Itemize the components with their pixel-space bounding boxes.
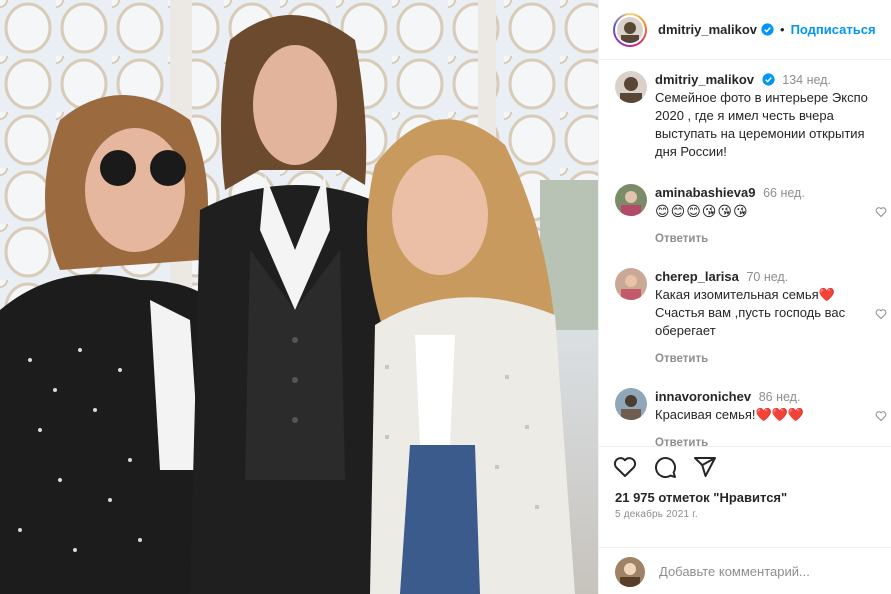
post-photo[interactable] [0, 0, 598, 594]
post-sidebar: dmitriy_malikov • Подписаться dmitriy_ma… [598, 0, 891, 594]
caption: dmitriy_malikov 134 нед. Семейное фото в… [615, 71, 887, 161]
heart-icon[interactable] [613, 455, 637, 479]
like-comment-heart-icon[interactable] [875, 410, 887, 422]
comment-username[interactable]: aminabashieva9 [655, 185, 755, 200]
verified-badge-icon [761, 23, 774, 36]
comment-username[interactable]: innavoronichev [655, 389, 751, 404]
comment-text: Какая изомительная семья❤️ Счастья вам ,… [655, 287, 846, 338]
post-header: dmitriy_malikov • Подписаться [599, 0, 891, 60]
comments-list[interactable]: dmitriy_malikov 134 нед. Семейное фото в… [599, 61, 891, 446]
share-icon[interactable] [693, 455, 717, 479]
reply-button[interactable]: Ответить [655, 434, 887, 446]
reply-button[interactable]: Ответить [655, 230, 887, 248]
separator-dot: • [780, 22, 785, 37]
post-actions: 21 975 отметок "Нравится" 5 декабрь 2021… [599, 446, 891, 594]
likes-count[interactable]: 21 975 отметок "Нравится" [615, 490, 787, 505]
post-date: 5 декабрь 2021 г. [615, 509, 698, 520]
woman-right-figure [367, 119, 575, 594]
reply-button[interactable]: Ответить [655, 350, 887, 368]
add-comment-row [599, 547, 891, 594]
caption-username[interactable]: dmitriy_malikov [655, 72, 754, 87]
commenter-avatar[interactable] [615, 268, 647, 300]
author-avatar-small[interactable] [615, 71, 647, 103]
author-username[interactable]: dmitriy_malikov [658, 22, 757, 37]
comment-time: 66 нед. [763, 186, 805, 200]
viewer-avatar [615, 556, 645, 587]
comment-text: Красивая семья!❤️❤️❤️ [655, 407, 805, 422]
comment-time: 70 нед. [746, 270, 789, 284]
caption-text: Семейное фото в интерьере Экспо 2020 , г… [655, 90, 868, 159]
follow-button[interactable]: Подписаться [791, 22, 876, 37]
comment-username[interactable]: cherep_larisa [655, 269, 739, 284]
commenter-avatar[interactable] [615, 184, 647, 216]
comment-item: aminabashieva9 66 нед. 😊😊😊😘😘😘 Ответить [615, 184, 887, 248]
caption-time: 134 нед. [782, 73, 831, 87]
verified-badge-icon [762, 73, 775, 86]
like-comment-heart-icon[interactable] [875, 308, 887, 320]
like-comment-heart-icon[interactable] [875, 206, 887, 218]
action-icons [613, 455, 717, 479]
commenter-avatar[interactable] [615, 388, 647, 420]
comment-item: innavoronichev 86 нед. Красивая семья!❤️… [615, 388, 887, 446]
add-comment-input[interactable] [659, 564, 859, 579]
comment-icon[interactable] [653, 455, 677, 479]
comment-text: 😊😊😊😘😘😘 [655, 203, 749, 219]
comment-item: cherep_larisa 70 нед. Какая изомительная… [615, 268, 887, 368]
comment-time: 86 нед. [758, 390, 801, 404]
author-avatar[interactable] [613, 12, 647, 47]
